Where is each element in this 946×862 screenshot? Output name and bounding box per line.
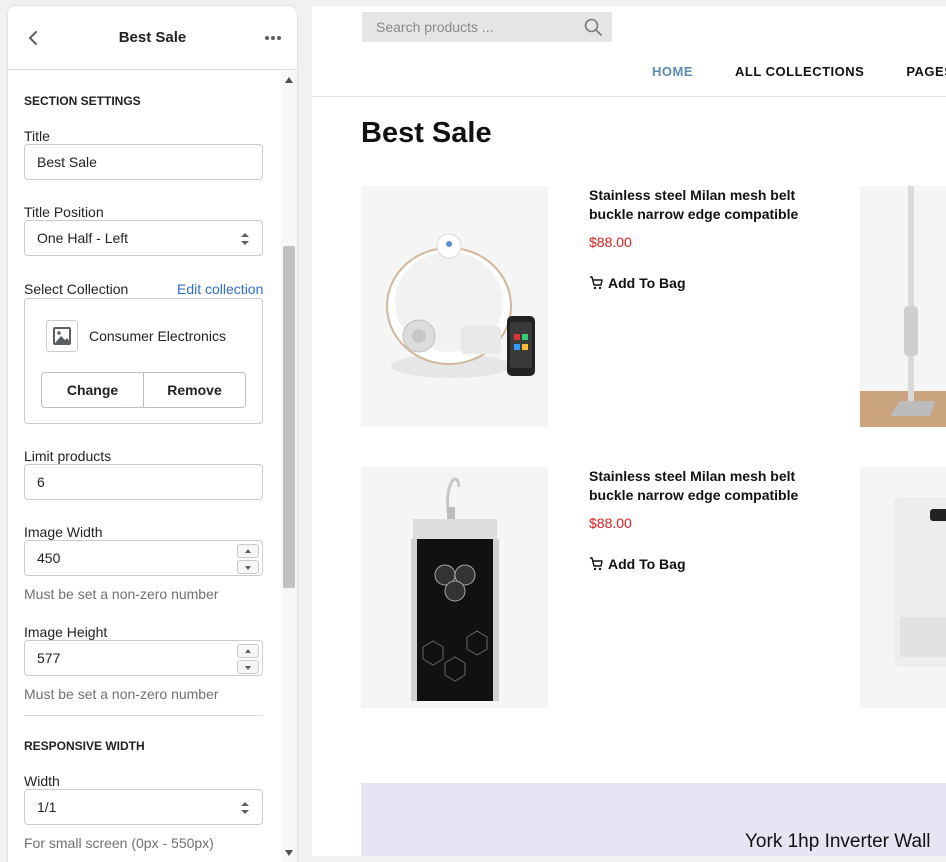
- stick-vacuum-illustration: [860, 186, 946, 427]
- main-nav: HOME ALL COLLECTIONS PAGES: [652, 64, 946, 79]
- decrement-button[interactable]: [237, 660, 259, 674]
- panel-title: Best Sale: [118, 29, 187, 46]
- image-placeholder-icon: [53, 327, 71, 345]
- search-icon[interactable]: [584, 18, 602, 36]
- panel-scrollbar[interactable]: [281, 71, 297, 862]
- section-title: Best Sale: [361, 117, 492, 149]
- width-label: Width: [24, 773, 60, 789]
- panel-body: SECTION SETTINGS Title Best Sale Title P…: [8, 71, 281, 862]
- divider: [24, 715, 263, 716]
- width-select[interactable]: 1/1: [24, 789, 263, 825]
- limit-products-label: Limit products: [24, 448, 112, 464]
- add-to-bag-button[interactable]: Add To Bag: [589, 275, 686, 291]
- title-position-label: Title Position: [24, 204, 104, 220]
- promo-banner: York 1hp Inverter Wall: [361, 783, 946, 856]
- image-height-input[interactable]: 577: [24, 640, 263, 676]
- store-preview: Search products ... HOME ALL COLLECTIONS…: [312, 6, 946, 856]
- nav-home[interactable]: HOME: [652, 64, 693, 79]
- increment-button[interactable]: [237, 544, 259, 558]
- limit-products-input[interactable]: 6: [24, 464, 263, 500]
- width-value: 1/1: [37, 799, 57, 815]
- nav-pages[interactable]: PAGES: [906, 64, 946, 79]
- product-name[interactable]: Stainless steel Milan mesh belt buckle n…: [589, 467, 839, 505]
- image-width-help: Must be set a non-zero number: [24, 586, 219, 602]
- water-dispenser-illustration: [894, 497, 946, 667]
- image-width-input[interactable]: 450: [24, 540, 263, 576]
- add-to-bag-label: Add To Bag: [608, 275, 686, 291]
- product-price: $88.00: [589, 515, 632, 531]
- collection-actions: Change Remove: [41, 372, 246, 408]
- responsive-width-heading: RESPONSIVE WIDTH: [24, 739, 145, 753]
- product-image-robot-vacuum[interactable]: [361, 186, 548, 427]
- add-to-bag-label: Add To Bag: [608, 556, 686, 572]
- change-button[interactable]: Change: [42, 373, 143, 407]
- edit-collection-link[interactable]: Edit collection: [177, 281, 263, 297]
- product-price: $88.00: [589, 234, 632, 250]
- image-height-value: 577: [37, 650, 61, 666]
- water-purifier-illustration: [411, 477, 499, 701]
- nav-all-collections[interactable]: ALL COLLECTIONS: [735, 64, 864, 79]
- title-position-select[interactable]: One Half - Left: [24, 220, 263, 256]
- image-width-label: Image Width: [24, 524, 103, 540]
- collection-thumbnail: [46, 320, 78, 352]
- decrement-button[interactable]: [237, 560, 259, 574]
- image-height-help: Must be set a non-zero number: [24, 686, 219, 702]
- title-label: Title: [24, 128, 50, 144]
- more-options-icon[interactable]: [263, 28, 283, 48]
- select-arrows-icon: [241, 233, 249, 245]
- product-image-water-purifier[interactable]: [361, 467, 548, 708]
- collection-name: Consumer Electronics: [89, 328, 226, 344]
- remove-button[interactable]: Remove: [143, 373, 245, 407]
- scroll-up-arrow-icon[interactable]: [285, 77, 293, 83]
- promo-text: York 1hp Inverter Wall: [745, 831, 931, 852]
- scroll-thumb[interactable]: [283, 246, 295, 588]
- scroll-down-arrow-icon[interactable]: [285, 850, 293, 856]
- image-width-stepper: [237, 544, 259, 574]
- limit-products-value: 6: [37, 474, 45, 490]
- title-input[interactable]: Best Sale: [24, 144, 263, 180]
- increment-button[interactable]: [237, 644, 259, 658]
- title-position-value: One Half - Left: [37, 230, 129, 246]
- image-height-label: Image Height: [24, 624, 108, 640]
- robot-vacuum-illustration: [386, 233, 535, 378]
- image-width-value: 450: [37, 550, 61, 566]
- cart-icon: [590, 276, 603, 290]
- product-image-stick-vacuum[interactable]: [860, 186, 946, 427]
- back-arrow-icon[interactable]: [24, 28, 44, 48]
- search-input[interactable]: Search products ...: [362, 12, 612, 42]
- select-arrows-icon: [241, 802, 249, 814]
- width-help: For small screen (0px - 550px): [24, 835, 214, 851]
- select-collection-label: Select Collection: [24, 281, 129, 297]
- section-settings-heading: SECTION SETTINGS: [24, 94, 141, 108]
- add-to-bag-button[interactable]: Add To Bag: [589, 556, 686, 572]
- panel-header: Best Sale: [8, 6, 297, 70]
- image-height-stepper: [237, 644, 259, 674]
- search-placeholder: Search products ...: [376, 19, 494, 35]
- title-input-value: Best Sale: [37, 154, 97, 170]
- product-image-water-dispenser[interactable]: [860, 467, 946, 708]
- header-divider: [312, 96, 946, 97]
- cart-icon: [590, 557, 603, 571]
- settings-panel: Best Sale SECTION SETTINGS Title Best Sa…: [8, 6, 297, 862]
- product-name[interactable]: Stainless steel Milan mesh belt buckle n…: [589, 186, 839, 224]
- collection-card: Consumer Electronics Change Remove: [24, 298, 263, 424]
